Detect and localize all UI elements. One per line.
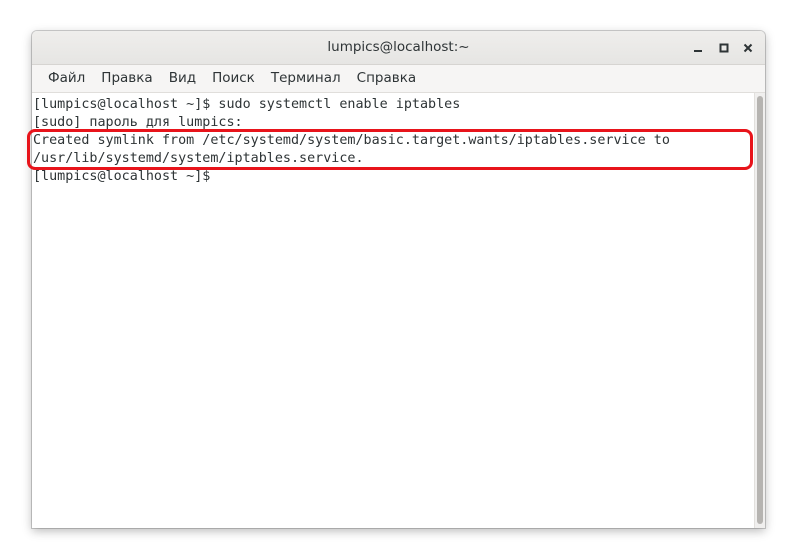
terminal-line: [lumpics@localhost ~]$ sudo systemctl en… (33, 97, 461, 112)
menu-terminal[interactable]: Терминал (263, 65, 349, 92)
scrollbar[interactable] (754, 93, 765, 528)
minimize-button[interactable] (687, 37, 709, 59)
terminal-line: [lumpics@localhost ~]$ (33, 169, 211, 184)
window-title: lumpics@localhost:~ (327, 39, 470, 55)
maximize-icon (719, 43, 729, 53)
menu-edit[interactable]: Правка (93, 65, 160, 92)
menu-bar: Файл Правка Вид Поиск Терминал Справка (32, 65, 765, 93)
menu-view[interactable]: Вид (161, 65, 204, 92)
scrollbar-thumb[interactable] (757, 96, 763, 524)
maximize-button[interactable] (713, 37, 735, 59)
menu-help[interactable]: Справка (349, 65, 424, 92)
menu-file[interactable]: Файл (40, 65, 93, 92)
close-button[interactable] (737, 37, 759, 59)
close-icon (743, 43, 753, 53)
menu-search[interactable]: Поиск (204, 65, 263, 92)
highlight-annotation (27, 129, 753, 170)
title-bar[interactable]: lumpics@localhost:~ (32, 31, 765, 65)
minimize-icon (694, 50, 702, 52)
terminal-window: lumpics@localhost:~ Файл Правка Вид Поис… (32, 31, 765, 528)
